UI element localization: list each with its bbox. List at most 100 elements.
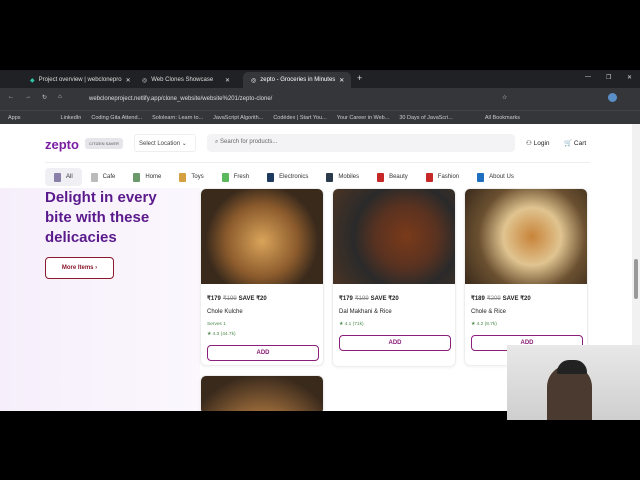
location-select[interactable]: Select Location ⌄	[134, 134, 196, 152]
product-image	[465, 189, 587, 284]
category-all[interactable]: All	[45, 168, 82, 186]
category-label: All	[66, 174, 73, 180]
category-icon	[54, 172, 61, 182]
hero-title: Delight in every bite with these delicac…	[45, 189, 157, 246]
rating: ★ 4.2 (8.7k)	[471, 322, 497, 327]
product-image	[201, 376, 323, 411]
tab-title: Project overview | webclonepro	[38, 77, 122, 83]
tab-title: Web Clones Showcase	[151, 77, 214, 83]
avatar[interactable]	[608, 93, 617, 102]
product-name: Chole & Rice	[471, 309, 507, 315]
close-window-button[interactable]: ✕	[627, 74, 632, 81]
tab-web-clones[interactable]: ◎ Web Clones Showcase ✕	[134, 72, 238, 88]
category-icon	[179, 172, 187, 182]
product-card: ₹179 ₹199 SAVE ₹20 Chole Kulche Serves 1 ★…	[200, 188, 324, 366]
rating: ★ 4.1 (71k)	[339, 322, 364, 327]
category-icon	[377, 172, 385, 182]
tab-title: zepto - Groceries in Minutes	[260, 77, 336, 83]
bookmarks-bar: Apps LinkedIn Coding Gita Attend... Solo…	[0, 110, 640, 124]
category-icon	[326, 172, 334, 182]
new-tab-button[interactable]: +	[357, 73, 362, 83]
bookmark[interactable]: All Bookmarks	[485, 115, 520, 121]
site-icon: ◆	[30, 77, 35, 84]
bookmark[interactable]: Your Career in Web...	[337, 115, 390, 121]
cart-button[interactable]: 🛒 Cart	[564, 139, 586, 147]
product-name: Dal Makhani & Rice	[339, 309, 392, 315]
close-icon[interactable]: ✕	[339, 77, 344, 84]
category-icon	[221, 172, 229, 182]
category-label: Mobiles	[338, 174, 360, 180]
category-home[interactable]: Home	[124, 168, 170, 186]
minimize-button[interactable]: —	[585, 74, 591, 80]
category-fashion[interactable]: Fashion	[417, 168, 468, 186]
bookmark[interactable]: Codédex | Start You...	[273, 115, 326, 121]
home-icon[interactable]: ⌂	[58, 94, 62, 100]
cart-label: Cart	[573, 140, 587, 147]
price: ₹179 ₹199 SAVE ₹20	[339, 296, 399, 302]
bookmark[interactable]: Coding Gita Attend...	[91, 115, 142, 121]
category-icon	[477, 172, 485, 182]
category-electronics[interactable]: Electronics	[258, 168, 317, 186]
more-items-button[interactable]: More Items ›	[45, 257, 114, 279]
add-button[interactable]: ADD	[339, 335, 451, 351]
product-card	[200, 375, 324, 411]
url-input[interactable]: webcloneproject.netlify.app/clone_websit…	[75, 92, 545, 106]
category-mobiles[interactable]: Mobiles	[317, 168, 368, 186]
scrollbar-thumb[interactable]	[634, 259, 638, 299]
product-image	[333, 189, 455, 284]
divider	[45, 162, 590, 163]
product-name: Chole Kulche	[207, 309, 243, 315]
bookmark[interactable]: JavaScript Algorith...	[213, 115, 263, 121]
price: ₹189 ₹209 SAVE ₹20	[471, 296, 531, 302]
maximize-button[interactable]: ❐	[606, 74, 611, 81]
login-label: Login	[533, 140, 550, 147]
category-icon	[267, 172, 275, 182]
serves: Serves 1	[207, 322, 226, 327]
webcam-overlay	[507, 345, 640, 420]
address-bar-row: ← → ↻ ⌂ webcloneproject.netlify.app/clon…	[0, 88, 640, 110]
rating: ★ 4.3 (44.7k)	[207, 332, 236, 337]
category-label: Cafe	[102, 174, 116, 180]
product-card: ₹179 ₹199 SAVE ₹20 Dal Makhani & Rice ★ 4.…	[332, 188, 456, 367]
category-label: Fashion	[437, 174, 460, 180]
bookmark[interactable]: LinkedIn	[61, 115, 82, 121]
price: ₹179 ₹199 SAVE ₹20	[207, 296, 267, 302]
category-label: Beauty	[389, 174, 408, 180]
user-icon: ⚇	[526, 140, 534, 147]
reload-icon[interactable]: ↻	[42, 94, 47, 101]
hero-section: Delight in every bite with these delicac…	[0, 188, 200, 411]
close-icon[interactable]: ✕	[126, 77, 131, 84]
browser-tab-strip: ◆ Project overview | webclonepro ✕ ◎ Web Cl…	[0, 70, 640, 88]
close-icon[interactable]: ✕	[225, 77, 230, 84]
bookmark[interactable]: 30 Days of JavaScri...	[399, 115, 453, 121]
category-label: Electronics	[279, 174, 309, 180]
category-icon	[133, 172, 141, 182]
cart-icon: 🛒	[564, 140, 574, 147]
search-input[interactable]: ⌕ Search for products...	[207, 134, 515, 152]
add-button[interactable]: ADD	[207, 345, 319, 361]
category-fresh[interactable]: Fresh	[213, 168, 258, 186]
bookmark[interactable]: Apps	[8, 115, 21, 121]
category-label: Fresh	[233, 174, 250, 180]
category-icon	[90, 172, 98, 182]
category-label: Toys	[191, 174, 204, 180]
product-card: ₹189 ₹209 SAVE ₹20 Chole & Rice ★ 4.2 (8.7…	[464, 188, 588, 366]
star-icon[interactable]: ☆	[502, 94, 507, 101]
globe-icon: ◎	[251, 77, 257, 84]
category-beauty[interactable]: Beauty	[368, 168, 417, 186]
product-image	[201, 189, 323, 284]
login-button[interactable]: ⚇ Login	[526, 139, 550, 147]
category-cafe[interactable]: Cafe	[82, 168, 125, 186]
category-about-us[interactable]: About Us	[468, 168, 523, 186]
back-icon[interactable]: ←	[8, 94, 14, 100]
tab-zepto[interactable]: ◎ zepto - Groceries in Minutes ✕	[243, 72, 351, 88]
bookmark[interactable]: Sololearn: Learn to...	[152, 115, 203, 121]
category-toys[interactable]: Toys	[170, 168, 212, 186]
category-label: Home	[145, 174, 162, 180]
tab-project-overview[interactable]: ◆ Project overview | webclonepro ✕	[22, 72, 131, 88]
category-label: About Us	[489, 174, 514, 180]
logo[interactable]: zepto	[45, 137, 79, 152]
forward-icon[interactable]: →	[25, 94, 31, 100]
citizen-saver-badge: CITIZEN SAVER	[85, 138, 123, 149]
category-icon	[425, 172, 433, 182]
